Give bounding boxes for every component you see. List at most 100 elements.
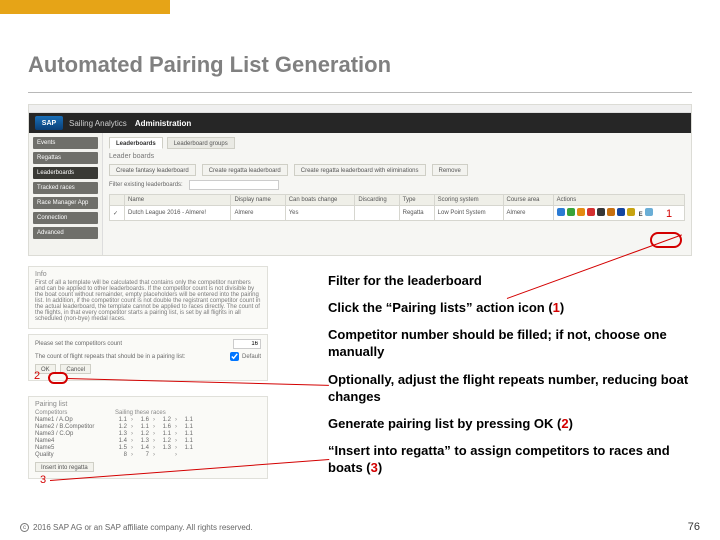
count-label: Please set the competitors count <box>35 341 122 347</box>
ok-button[interactable]: OK <box>35 364 56 374</box>
sidebar-item[interactable]: Events <box>33 137 98 149</box>
table-cell-display: Almere <box>231 206 285 221</box>
table-cell-course: Almere <box>503 206 553 221</box>
chevron-right-icon: › <box>153 438 155 444</box>
table-header: Scoring system <box>434 195 503 206</box>
action-icon[interactable] <box>627 208 635 216</box>
page-number: 76 <box>688 521 700 533</box>
sap-logo-icon: SAP <box>35 116 63 130</box>
cancel-button[interactable]: Cancel <box>60 364 91 374</box>
chevron-right-icon: › <box>131 452 133 458</box>
pairing-lists-action-icon[interactable]: E <box>639 212 643 218</box>
pairing-row-cells: 1.2›1.1›1.6›1.1 <box>115 424 193 430</box>
title-rule <box>28 92 692 93</box>
main-panel: Leaderboards Leaderboard groups Leader bo… <box>103 133 691 255</box>
pairing-cell: 1.1 <box>181 431 193 437</box>
copyright: c 2016 SAP AG or an SAP affiliate compan… <box>20 523 253 532</box>
instruction-5-text: Generate pairing list by pressing OK ( <box>328 416 561 431</box>
instruction-2-ref: 1 <box>553 300 560 315</box>
pairing-cell: 1.6 <box>159 424 171 430</box>
toolbar-button[interactable]: Create regatta leaderboard <box>202 164 288 176</box>
table-header: Can boats change <box>285 195 355 206</box>
action-icon[interactable] <box>617 208 625 216</box>
sidebar-item[interactable]: Leaderboards <box>33 167 98 179</box>
instruction-6-tail: ) <box>378 460 382 475</box>
pairing-title: Pairing list <box>35 401 261 408</box>
sidebar-item[interactable]: Regattas <box>33 152 98 164</box>
panel-subtitle: Leader boards <box>109 153 685 160</box>
table-cell-actions: E <box>553 206 684 221</box>
app-header: SAP Sailing Analytics Administration <box>29 113 691 133</box>
sidebar-item[interactable]: Advanced <box>33 227 98 239</box>
action-icon[interactable] <box>577 208 585 216</box>
pairing-cell: 1.3 <box>137 438 149 444</box>
pairing-cell: 1.2 <box>115 424 127 430</box>
filter-label: Filter existing leaderboards: <box>109 182 183 188</box>
toolbar-button[interactable]: Create fantasy leaderboard <box>109 164 196 176</box>
toolbar-button[interactable]: Remove <box>432 164 468 176</box>
action-icon[interactable] <box>567 208 575 216</box>
pairing-cell: 1.2 <box>159 438 171 444</box>
pairing-row: Name2 / B.Competitor1.2›1.1›1.6›1.1 <box>35 424 261 430</box>
table-header <box>110 195 125 206</box>
instruction-4: Optionally, adjust the flight repeats nu… <box>328 371 692 405</box>
chevron-right-icon: › <box>153 424 155 430</box>
chevron-right-icon: › <box>153 431 155 437</box>
action-icon[interactable] <box>607 208 615 216</box>
table-header: Actions <box>553 195 684 206</box>
window-chrome <box>29 105 691 113</box>
pairing-row: Name1 / A.Op1.1›1.6›1.2›1.1 <box>35 417 261 423</box>
insert-into-regatta-button[interactable]: Insert into regatta <box>35 462 94 472</box>
pairing-col-competitors: Competitors <box>35 410 115 416</box>
sidebar-item[interactable]: Tracked races <box>33 182 98 194</box>
pairing-cell: 1.2 <box>159 417 171 423</box>
chevron-right-icon: › <box>175 424 177 430</box>
repeats-default-label: Default <box>242 354 261 360</box>
copyright-icon: c <box>20 523 29 532</box>
chevron-right-icon: › <box>175 431 177 437</box>
tab[interactable]: Leaderboards <box>109 137 163 149</box>
table-header: Course area <box>503 195 553 206</box>
leaderboard-table: NameDisplay nameCan boats changeDiscardi… <box>109 194 685 221</box>
pairing-cell: 1.1 <box>181 438 193 444</box>
table-cell-change: Yes <box>285 206 355 221</box>
instruction-2-tail: ) <box>560 300 564 315</box>
toolbar-button[interactable]: Create regatta leaderboard with eliminat… <box>294 164 426 176</box>
pairing-row-label: Name4 <box>35 438 115 444</box>
brand-accent-bar <box>0 0 170 14</box>
action-icon[interactable] <box>645 208 653 216</box>
instructions: Filter for the leaderboard Click the “Pa… <box>328 272 692 486</box>
pairing-cell: 1.3 <box>159 445 171 451</box>
chevron-right-icon: › <box>131 424 133 430</box>
slide-title: Automated Pairing List Generation <box>28 52 391 78</box>
chevron-right-icon: › <box>153 445 155 451</box>
tab[interactable]: Leaderboard groups <box>167 137 235 149</box>
pairing-row-label: Name1 / A.Op <box>35 417 115 423</box>
action-icon[interactable] <box>597 208 605 216</box>
instruction-1: Filter for the leaderboard <box>328 272 692 289</box>
instruction-6-ref: 3 <box>371 460 378 475</box>
chevron-right-icon: › <box>175 417 177 423</box>
chevron-right-icon: › <box>153 417 155 423</box>
pairing-cell: 1.4 <box>137 445 149 451</box>
table-cell-name: Dutch League 2016 - Almere! <box>125 206 231 221</box>
pairing-row-cells: 8›7›› <box>115 452 193 458</box>
pairing-cell: 1.6 <box>137 417 149 423</box>
pairing-cell <box>181 452 193 458</box>
instruction-5-tail: ) <box>569 416 573 431</box>
instruction-3: Competitor number should be filled; if n… <box>328 326 692 360</box>
pairing-cell: 1.1 <box>159 431 171 437</box>
action-icon[interactable] <box>587 208 595 216</box>
sidebar-item[interactable]: Connection <box>33 212 98 224</box>
pairing-row: Name41.4›1.3›1.2›1.1 <box>35 438 261 444</box>
action-icon[interactable] <box>557 208 565 216</box>
sidebar-item[interactable]: Race Manager App <box>33 197 98 209</box>
count-input[interactable] <box>233 339 261 349</box>
copyright-text: 2016 SAP AG or an SAP affiliate company.… <box>33 523 253 532</box>
app-section: Administration <box>135 119 191 128</box>
filter-input[interactable] <box>189 180 279 190</box>
chevron-right-icon: › <box>131 445 133 451</box>
chevron-right-icon: › <box>175 445 177 451</box>
chevron-right-icon: › <box>175 452 177 458</box>
repeats-default-checkbox[interactable] <box>230 352 239 361</box>
